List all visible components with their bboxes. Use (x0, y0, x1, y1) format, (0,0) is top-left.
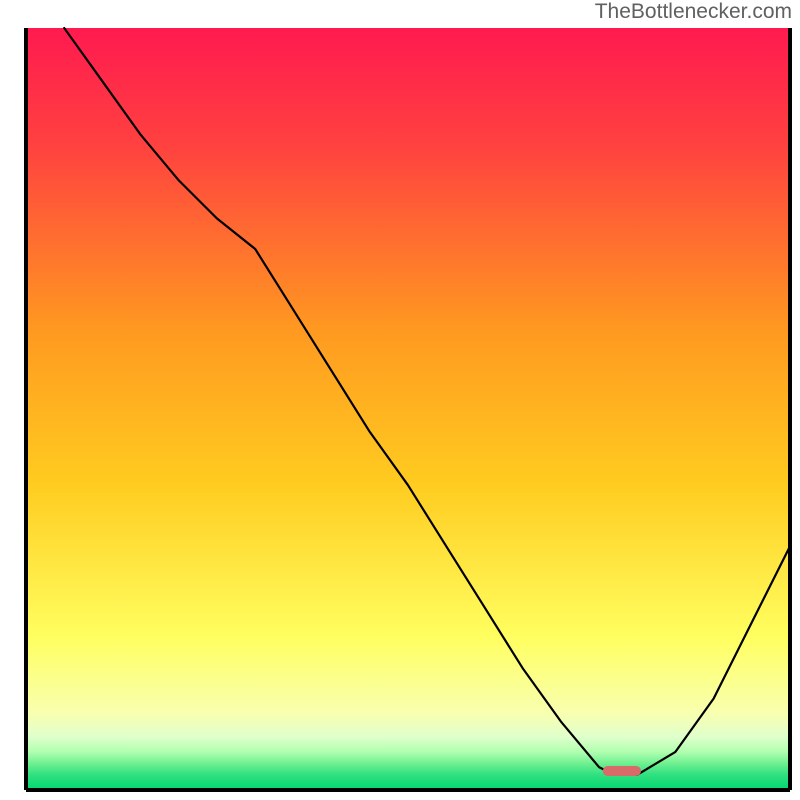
bottleneck-chart (0, 0, 800, 800)
optimal-marker (603, 766, 641, 776)
plot-background (26, 28, 790, 790)
chart-container: TheBottlenecker.com (0, 0, 800, 800)
watermark-text: TheBottlenecker.com (595, 0, 792, 24)
